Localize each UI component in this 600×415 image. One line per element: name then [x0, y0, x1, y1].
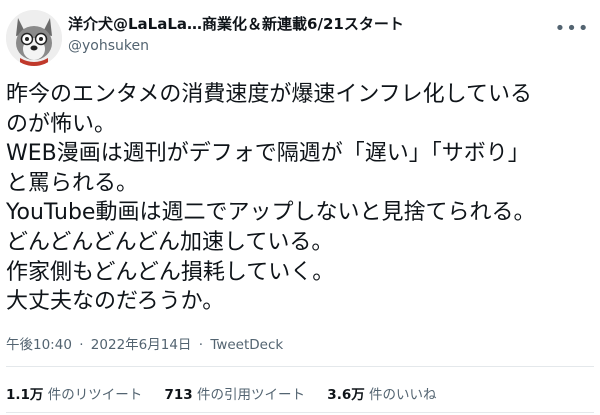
display-name[interactable]: 洋介犬@LaLaLa…商業化＆新連載6/21スタート: [68, 15, 404, 34]
avatar[interactable]: [6, 10, 62, 66]
quotes-count: 713: [164, 387, 193, 403]
quotes-stat[interactable]: 713 件の引用ツイート: [165, 383, 305, 403]
quotes-label: 件の引用ツイート: [197, 387, 305, 403]
tweet-line: YouTube動画は週二でアップしないと見捨てられる。: [6, 200, 536, 226]
likes-count: 3.6万: [327, 387, 365, 403]
divider: [6, 412, 594, 413]
tweet-line: どんどんどんどん加速している。: [6, 229, 334, 255]
more-horizontal-icon[interactable]: •••: [555, 16, 589, 40]
tweet-source[interactable]: TweetDeck: [210, 337, 283, 353]
tweet-stats: 1.1万 件のリツイート 713 件の引用ツイート 3.6万 件のいいね: [6, 383, 455, 403]
tweet-line: WEB漫画は週刊がデフォで隔週が「遅い」「サボり」: [6, 141, 530, 167]
tweet-line: 作家側もどんどん損耗していく。: [6, 259, 335, 285]
likes-stat[interactable]: 3.6万 件のいいね: [327, 383, 436, 403]
retweets-label: 件のリツイート: [47, 387, 143, 403]
tweet-date[interactable]: 2022年6月14日: [91, 337, 192, 353]
author-block: 洋介犬@LaLaLa…商業化＆新連載6/21スタート @yohsuken: [68, 15, 404, 56]
tweet-line: 昨今のエンタメの消費速度が爆速インフレ化している: [6, 82, 533, 107]
tweet-line: 大丈夫なのだろうか。: [6, 289, 225, 315]
tweet-meta: 午後10:40 · 2022年6月14日 · TweetDeck: [6, 333, 283, 353]
retweets-stat[interactable]: 1.1万 件のリツイート: [6, 383, 142, 403]
tweet-header: 洋介犬@LaLaLa…商業化＆新連載6/21スタート @yohsuken •••: [6, 8, 594, 66]
tweet-line: と罵られる。: [6, 170, 139, 196]
meta-separator: ·: [198, 337, 204, 353]
tweet-text: 昨今のエンタメの消費速度が爆速インフレ化している のが怖い。 WEB漫画は週刊が…: [6, 80, 594, 317]
dog-avatar-icon: [6, 10, 62, 66]
user-handle[interactable]: @yohsuken: [68, 36, 404, 56]
likes-label: 件のいいね: [369, 387, 437, 403]
tweet-time[interactable]: 午後10:40: [6, 337, 72, 353]
divider: [6, 366, 594, 367]
retweets-count: 1.1万: [6, 387, 44, 403]
tweet-line: のが怖い。: [6, 111, 117, 137]
meta-separator: ·: [79, 337, 84, 353]
